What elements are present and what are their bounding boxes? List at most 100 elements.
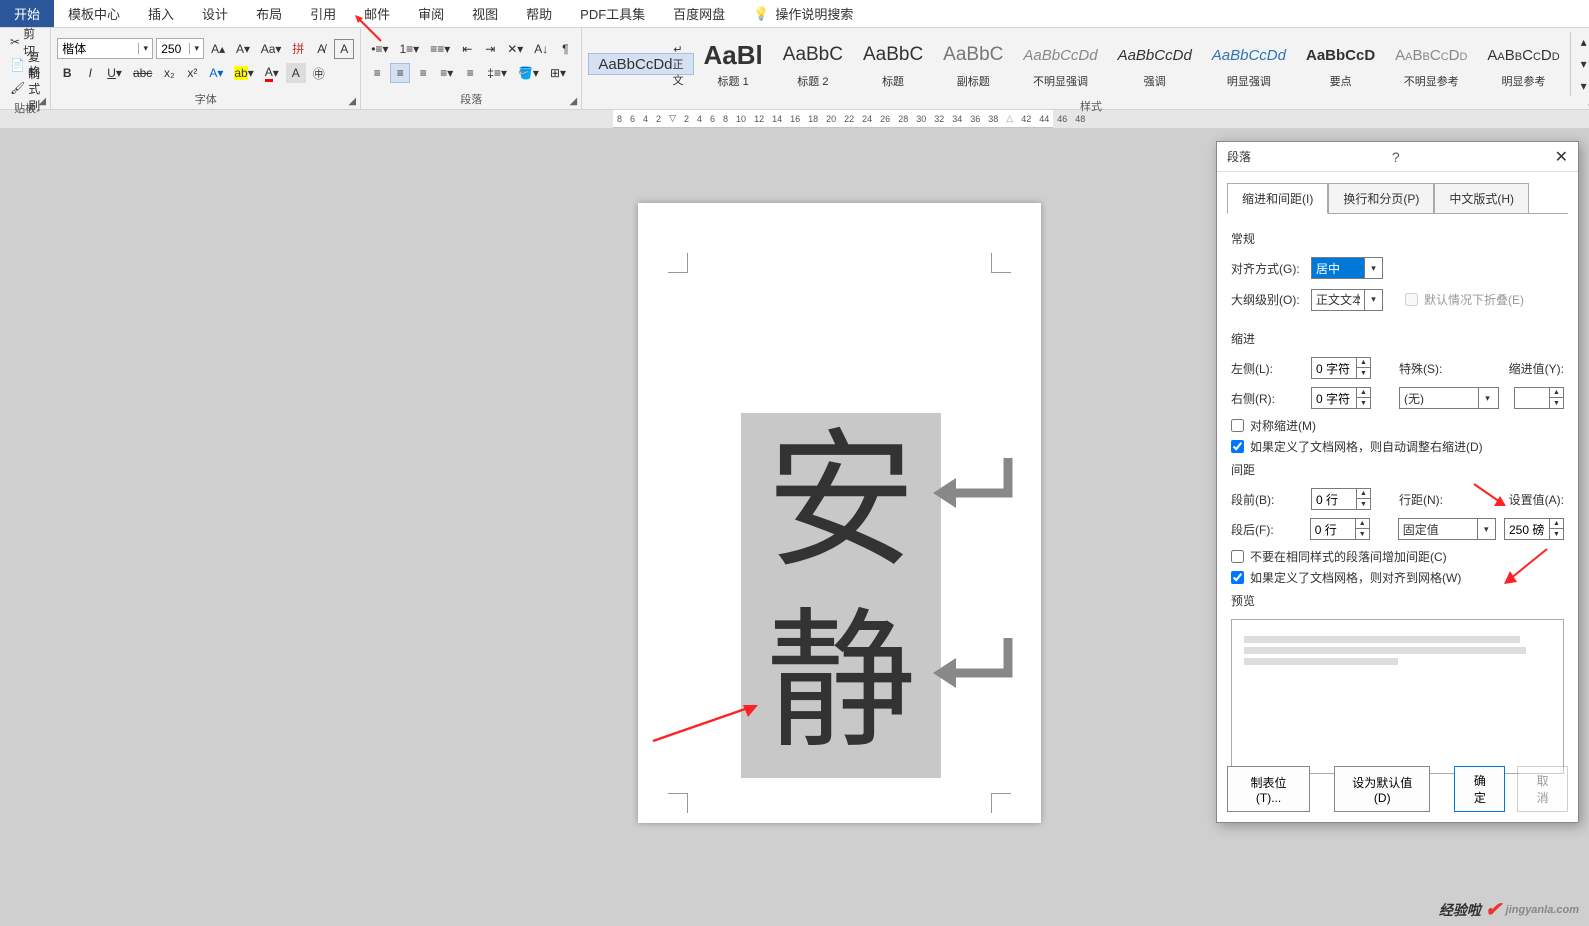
tab-layout[interactable]: 布局 (242, 0, 296, 27)
at-input[interactable] (1505, 519, 1549, 539)
font-name-combo[interactable]: ▾ (57, 38, 153, 59)
spin-up[interactable]: ▲ (1550, 388, 1563, 398)
spin-down[interactable]: ▼ (1356, 529, 1369, 539)
grid-align-checkbox[interactable] (1231, 571, 1244, 584)
spin-up[interactable]: ▲ (1357, 388, 1370, 398)
show-marks-button[interactable]: ¶ (555, 39, 575, 59)
sort-button[interactable]: A↓ (530, 39, 552, 59)
spin-up[interactable]: ▲ (1357, 489, 1370, 499)
tab-review[interactable]: 审阅 (404, 0, 458, 27)
mirror-indent-checkbox[interactable] (1231, 419, 1244, 432)
space-after-input[interactable] (1311, 519, 1355, 539)
tab-references[interactable]: 引用 (296, 0, 350, 27)
shrink-font-button[interactable]: A▾ (232, 39, 254, 59)
highlight-button[interactable]: ab▾ (230, 63, 257, 83)
underline-button[interactable]: U▾ (103, 63, 126, 83)
change-case-button[interactable]: Aa▾ (257, 39, 285, 59)
style-heading2[interactable]: AaBbC标题 2 (773, 36, 853, 92)
spin-down[interactable]: ▼ (1550, 529, 1563, 539)
clipboard-launcher[interactable]: ◢ (36, 95, 48, 107)
style-intense-emphasis[interactable]: AaBbCcDd明显强调 (1202, 36, 1296, 92)
tab-pdf[interactable]: PDF工具集 (566, 0, 659, 27)
italic-button[interactable]: I (80, 63, 100, 83)
tab-design[interactable]: 设计 (188, 0, 242, 27)
cancel-button[interactable]: 取消 (1517, 766, 1568, 812)
tab-asian-typography[interactable]: 中文版式(H) (1434, 183, 1529, 214)
spin-down[interactable]: ▼ (1550, 398, 1563, 408)
spin-down[interactable]: ▼ (1357, 368, 1370, 378)
style-subtitle[interactable]: AaBbC副标题 (933, 36, 1013, 92)
font-size-input[interactable] (157, 42, 189, 56)
align-right-button[interactable]: ≡ (413, 63, 433, 83)
style-emphasis[interactable]: AaBbCcDd强调 (1108, 36, 1202, 92)
text-effects-button[interactable]: A▾ (205, 63, 227, 83)
spin-up[interactable]: ▲ (1550, 519, 1563, 529)
space-before-input[interactable] (1312, 489, 1356, 509)
chevron-down-icon[interactable]: ▾ (1478, 388, 1496, 408)
help-icon[interactable]: ? (1392, 149, 1400, 165)
style-title[interactable]: AaBbC标题 (853, 36, 933, 92)
style-heading1[interactable]: AaBl标题 1 (694, 36, 773, 92)
special-select[interactable]: ▾ (1399, 387, 1499, 409)
line-spacing-select[interactable]: ▾ (1398, 518, 1496, 540)
distribute-button[interactable]: ≡ (460, 63, 480, 83)
chevron-down-icon[interactable]: ▾ (138, 43, 152, 54)
alignment-input[interactable] (1312, 261, 1364, 275)
grid-indent-checkbox[interactable] (1231, 440, 1244, 453)
align-center-button[interactable]: ≡ (390, 63, 410, 83)
phonetic-button[interactable]: 拼 (288, 39, 308, 59)
tabstops-button[interactable]: 制表位(T)... (1227, 766, 1310, 812)
font-name-input[interactable] (58, 42, 138, 56)
line-spacing-input[interactable] (1399, 522, 1477, 536)
ok-button[interactable]: 确定 (1454, 766, 1505, 812)
space-before-spinner[interactable]: ▲▼ (1311, 488, 1371, 510)
indent-by-input[interactable] (1515, 388, 1549, 408)
enclose-char-button[interactable]: ㊥ (309, 63, 329, 83)
superscript-button[interactable]: x² (182, 63, 202, 83)
strike-button[interactable]: abc (129, 63, 156, 83)
multilevel-button[interactable]: ≡≡▾ (426, 39, 454, 59)
numbering-button[interactable]: 1≡▾ (395, 39, 423, 59)
style-normal[interactable]: AaBbCcDd↵ 正文 (588, 53, 693, 75)
tab-insert[interactable]: 插入 (134, 0, 188, 27)
spin-up[interactable]: ▲ (1356, 519, 1369, 529)
spin-down[interactable]: ▼ (1357, 398, 1370, 408)
style-subtle-emphasis[interactable]: AaBbCcDd不明显强调 (1013, 36, 1107, 92)
outline-input[interactable] (1312, 293, 1364, 307)
char-border-button[interactable]: A (334, 39, 354, 59)
decrease-indent-button[interactable]: ⇤ (457, 39, 477, 59)
tab-home[interactable]: 开始 (0, 0, 54, 27)
clear-format-button[interactable]: A̸ (311, 39, 331, 59)
tab-help[interactable]: 帮助 (512, 0, 566, 27)
styles-scroll-up[interactable]: ▴ (1574, 32, 1589, 52)
tab-line-page-breaks[interactable]: 换行和分页(P) (1328, 183, 1434, 214)
at-spinner[interactable]: ▲▼ (1504, 518, 1564, 540)
subscript-button[interactable]: x₂ (159, 63, 179, 83)
no-space-checkbox[interactable] (1231, 550, 1244, 563)
space-after-spinner[interactable]: ▲▼ (1310, 518, 1370, 540)
spin-up[interactable]: ▲ (1357, 358, 1370, 368)
asian-layout-button[interactable]: ✕▾ (503, 39, 527, 59)
special-input[interactable] (1400, 391, 1478, 405)
indent-left-input[interactable] (1312, 358, 1356, 378)
justify-button[interactable]: ≡▾ (436, 63, 457, 83)
chevron-down-icon[interactable]: ▾ (189, 43, 203, 54)
chevron-down-icon[interactable]: ▾ (1364, 258, 1382, 278)
grow-font-button[interactable]: A▴ (207, 39, 229, 59)
tab-indent-spacing[interactable]: 缩进和间距(I) (1227, 183, 1328, 214)
font-launcher[interactable]: ◢ (346, 95, 358, 107)
paragraph-launcher[interactable]: ◢ (567, 95, 579, 107)
shading-button[interactable]: 🪣▾ (514, 63, 543, 83)
indent-right-input[interactable] (1312, 388, 1356, 408)
horizontal-ruler[interactable]: 8642▽2468101214161820222426283032343638△… (613, 110, 1053, 128)
set-default-button[interactable]: 设为默认值(D) (1334, 766, 1430, 812)
indent-right-spinner[interactable]: ▲▼ (1311, 387, 1371, 409)
increase-indent-button[interactable]: ⇥ (480, 39, 500, 59)
font-size-combo[interactable]: ▾ (156, 38, 204, 59)
tab-baidu[interactable]: 百度网盘 (659, 0, 739, 27)
align-left-button[interactable]: ≡ (367, 63, 387, 83)
tell-me[interactable]: 💡操作说明搜索 (739, 0, 867, 27)
tab-view[interactable]: 视图 (458, 0, 512, 27)
style-strong[interactable]: AaBbCcD要点 (1296, 36, 1385, 92)
font-color-button[interactable]: A▾ (261, 63, 283, 83)
